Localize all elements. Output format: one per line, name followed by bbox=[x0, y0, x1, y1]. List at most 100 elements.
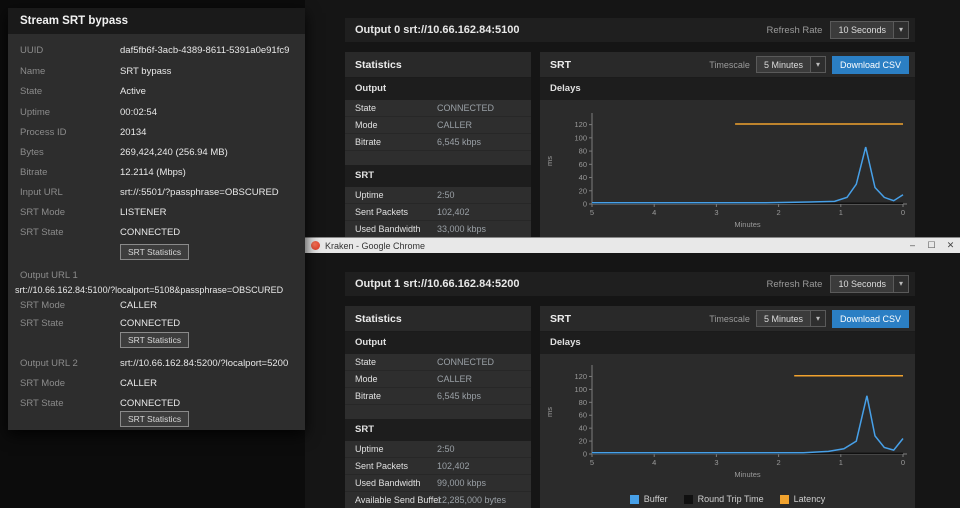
field-row: Process ID20134 bbox=[20, 127, 299, 141]
field-value: 12.2114 (Mbps) bbox=[120, 167, 186, 178]
field-row: Bytes269,424,240 (256.94 MB) bbox=[20, 147, 299, 161]
svg-text:20: 20 bbox=[579, 437, 587, 446]
field-label: SRT Mode bbox=[20, 300, 120, 311]
field-row: UUIDdaf5fb6f-3acb-4389-8611-5391a0e91fc9 bbox=[20, 45, 299, 59]
table-row: Uptime 2:50 bbox=[345, 187, 531, 204]
svg-text:2: 2 bbox=[777, 458, 781, 467]
timescale-select[interactable]: 5 Minutes ▾ bbox=[756, 310, 826, 327]
srt-chart-panel: SRT Timescale 5 Minutes ▾ Download CSV D… bbox=[540, 52, 915, 238]
stat-label: Used Bandwidth bbox=[345, 478, 437, 488]
window-title: Kraken - Google Chrome bbox=[325, 241, 903, 251]
chrome-title-bar[interactable]: Kraken - Google Chrome – ☐ ✕ bbox=[305, 238, 960, 253]
field-label: Process ID bbox=[20, 127, 120, 138]
stat-value: 33,000 kbps bbox=[437, 224, 486, 234]
stat-label: Sent Packets bbox=[345, 461, 437, 471]
svg-text:1: 1 bbox=[839, 458, 843, 467]
delays-chart-title: Delays bbox=[540, 78, 915, 100]
field-label: SRT State bbox=[20, 318, 120, 329]
download-csv-button[interactable]: Download CSV bbox=[832, 310, 909, 328]
svg-text:ms: ms bbox=[545, 156, 554, 166]
srt-statistics-button[interactable]: SRT Statistics bbox=[120, 332, 189, 348]
legend-item-buffer[interactable]: Buffer bbox=[630, 494, 668, 504]
field-value: 269,424,240 (256.94 MB) bbox=[120, 147, 228, 158]
field-label: Input URL bbox=[20, 187, 120, 198]
stat-value: 102,402 bbox=[437, 207, 470, 217]
field-label: SRT Mode bbox=[20, 207, 120, 218]
latency-swatch-icon bbox=[780, 495, 789, 504]
stat-label: State bbox=[345, 103, 437, 113]
svg-text:0: 0 bbox=[583, 200, 587, 209]
field-value: CALLER bbox=[120, 378, 157, 389]
stat-label: Mode bbox=[345, 120, 437, 130]
section-gap bbox=[345, 405, 531, 419]
srt-statistics-button[interactable]: SRT Statistics bbox=[120, 244, 189, 260]
statistics-title: Statistics bbox=[345, 52, 531, 78]
srt-panel-title: SRT bbox=[540, 59, 709, 71]
field-label: Bitrate bbox=[20, 167, 120, 178]
timescale-select[interactable]: 5 Minutes ▾ bbox=[756, 56, 826, 73]
stat-label: Mode bbox=[345, 374, 437, 384]
svg-text:60: 60 bbox=[579, 160, 587, 169]
timescale-value: 5 Minutes bbox=[757, 311, 810, 326]
buffer-swatch-icon bbox=[630, 495, 639, 504]
stat-value: CALLER bbox=[437, 120, 472, 130]
statistics-panel: Statistics Output State CONNECTED Mode C… bbox=[345, 306, 531, 508]
legend-item-latency[interactable]: Latency bbox=[780, 494, 826, 504]
field-row: StateActive bbox=[20, 86, 299, 100]
chevron-down-icon: ▾ bbox=[893, 22, 908, 38]
field-value: srt://:5501/?passphrase=OBSCURED bbox=[120, 187, 279, 198]
section-output-title: Output bbox=[345, 78, 531, 100]
svg-text:ms: ms bbox=[545, 407, 554, 417]
refresh-rate-select[interactable]: 10 Seconds ▾ bbox=[830, 275, 909, 293]
table-row: Uptime 2:50 bbox=[345, 441, 531, 458]
stat-value: CONNECTED bbox=[437, 103, 494, 113]
field-label: UUID bbox=[20, 45, 120, 56]
field-value: Active bbox=[120, 86, 146, 97]
field-row: SRT StateCONNECTED bbox=[20, 318, 299, 332]
srt-statistics-button[interactable]: SRT Statistics bbox=[120, 411, 189, 427]
output-url-1-value: srt://10.66.162.84:5100/?localport=5108&… bbox=[15, 285, 283, 295]
table-row: Mode CALLER bbox=[345, 371, 531, 388]
refresh-rate-select[interactable]: 10 Seconds ▾ bbox=[830, 21, 909, 39]
svg-text:100: 100 bbox=[574, 385, 587, 394]
close-icon[interactable]: ✕ bbox=[941, 238, 960, 253]
field-label: Bytes bbox=[20, 147, 120, 158]
stat-value: 2:50 bbox=[437, 444, 455, 454]
timescale-label: Timescale bbox=[709, 314, 750, 324]
maximize-icon[interactable]: ☐ bbox=[922, 238, 941, 253]
srt-panel-title: SRT bbox=[540, 313, 709, 325]
stat-label: Uptime bbox=[345, 444, 437, 454]
stream-panel-title: Stream SRT bypass bbox=[8, 8, 305, 34]
svg-text:Minutes: Minutes bbox=[734, 470, 761, 479]
svg-text:3: 3 bbox=[714, 458, 718, 467]
field-row: Output URL 1 bbox=[20, 270, 299, 284]
stat-value: CALLER bbox=[437, 374, 472, 384]
download-csv-button[interactable]: Download CSV bbox=[832, 56, 909, 74]
minimize-icon[interactable]: – bbox=[903, 238, 922, 253]
svg-text:0: 0 bbox=[901, 208, 905, 217]
stat-label: Sent Packets bbox=[345, 207, 437, 217]
stat-label: Uptime bbox=[345, 190, 437, 200]
output1-header: Output 1 srt://10.66.162.84:5200 Refresh… bbox=[345, 272, 915, 296]
svg-text:2: 2 bbox=[777, 208, 781, 217]
field-label: SRT State bbox=[20, 398, 120, 409]
svg-text:100: 100 bbox=[574, 133, 587, 142]
svg-text:60: 60 bbox=[579, 411, 587, 420]
field-row: Uptime00:02:54 bbox=[20, 107, 299, 121]
round-trip-time-swatch-icon bbox=[684, 495, 693, 504]
stat-label: Used Bandwidth bbox=[345, 224, 437, 234]
field-row: SRT ModeCALLER bbox=[20, 300, 299, 314]
field-label: State bbox=[20, 86, 120, 97]
legend-label: Latency bbox=[794, 494, 826, 504]
svg-text:5: 5 bbox=[590, 208, 594, 217]
legend-item-round-trip-time[interactable]: Round Trip Time bbox=[684, 494, 764, 504]
field-label: Output URL 2 bbox=[20, 358, 120, 369]
section-gap bbox=[345, 151, 531, 165]
field-value: SRT bypass bbox=[120, 66, 171, 77]
svg-text:4: 4 bbox=[652, 458, 656, 467]
stat-value: 2:50 bbox=[437, 190, 455, 200]
section-output-title: Output bbox=[345, 332, 531, 354]
field-row: NameSRT bypass bbox=[20, 66, 299, 80]
field-row: SRT ModeLISTENER bbox=[20, 207, 299, 221]
stat-value: 6,545 kbps bbox=[437, 137, 481, 147]
